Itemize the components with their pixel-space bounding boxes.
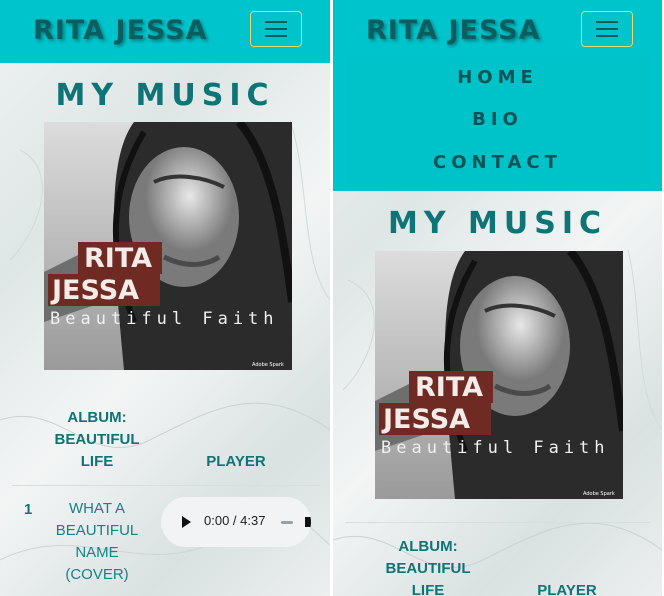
table-divider [12, 485, 320, 486]
album-column-header: ALBUM: BEAUTIFUL LIFE [54, 409, 140, 470]
nav-link-home[interactable]: HOME [333, 67, 662, 88]
cover-subtitle: Beautiful Faith [381, 438, 610, 458]
progress-slider[interactable] [281, 521, 293, 524]
navbar: RITA JESSA [333, 0, 662, 63]
section-title: MY MUSIC [387, 206, 608, 241]
navbar-toggler-button[interactable] [250, 11, 302, 47]
track-number: 1 [24, 501, 33, 518]
player-time: 0:00 / 4:37 [204, 513, 266, 528]
nav-dropdown-menu: HOME BIO CONTACT [333, 57, 662, 191]
cover-subtitle: Beautiful Faith [50, 309, 279, 329]
track-title: WHAT A BEAUTIFUL NAME (COVER) [55, 500, 139, 583]
cover-watermark: Adobe Spark [583, 491, 615, 497]
player-column-header: PLAYER [206, 453, 266, 470]
album-cover: RITA JESSA Beautiful Faith Adobe Spark [44, 122, 292, 370]
table-divider [345, 522, 650, 523]
volume-icon[interactable] [305, 517, 311, 527]
album-column-header: ALBUM: BEAUTIFUL LIFE [385, 538, 471, 596]
cover-artist-line1: RITA [415, 372, 483, 403]
brand-logo[interactable]: RITA JESSA [366, 15, 541, 46]
brand-logo[interactable]: RITA JESSA [33, 15, 208, 46]
cover-watermark: Adobe Spark [252, 362, 284, 368]
mobile-view-expanded: RITA JESSA HOME BIO CONTACT MY MUSIC RIT… [333, 0, 662, 596]
nav-link-contact[interactable]: CONTACT [333, 152, 662, 173]
section-title: MY MUSIC [55, 78, 275, 113]
mobile-view-collapsed: RITA JESSA MY MUSIC RITA JESSA Beautiful… [0, 0, 330, 596]
cover-artist-line2: JESSA [381, 404, 470, 435]
audio-player[interactable]: 0:00 / 4:37 [161, 497, 311, 547]
album-cover: RITA JESSA Beautiful Faith Adobe Spark [375, 251, 623, 499]
navbar-toggler-button[interactable] [581, 11, 633, 47]
player-column-header: PLAYER [537, 582, 597, 596]
navbar: RITA JESSA [0, 0, 330, 63]
cover-artist-line1: RITA [84, 243, 152, 274]
nav-link-bio[interactable]: BIO [333, 109, 662, 130]
play-icon[interactable] [182, 516, 191, 528]
cover-artist-line2: JESSA [50, 275, 139, 306]
